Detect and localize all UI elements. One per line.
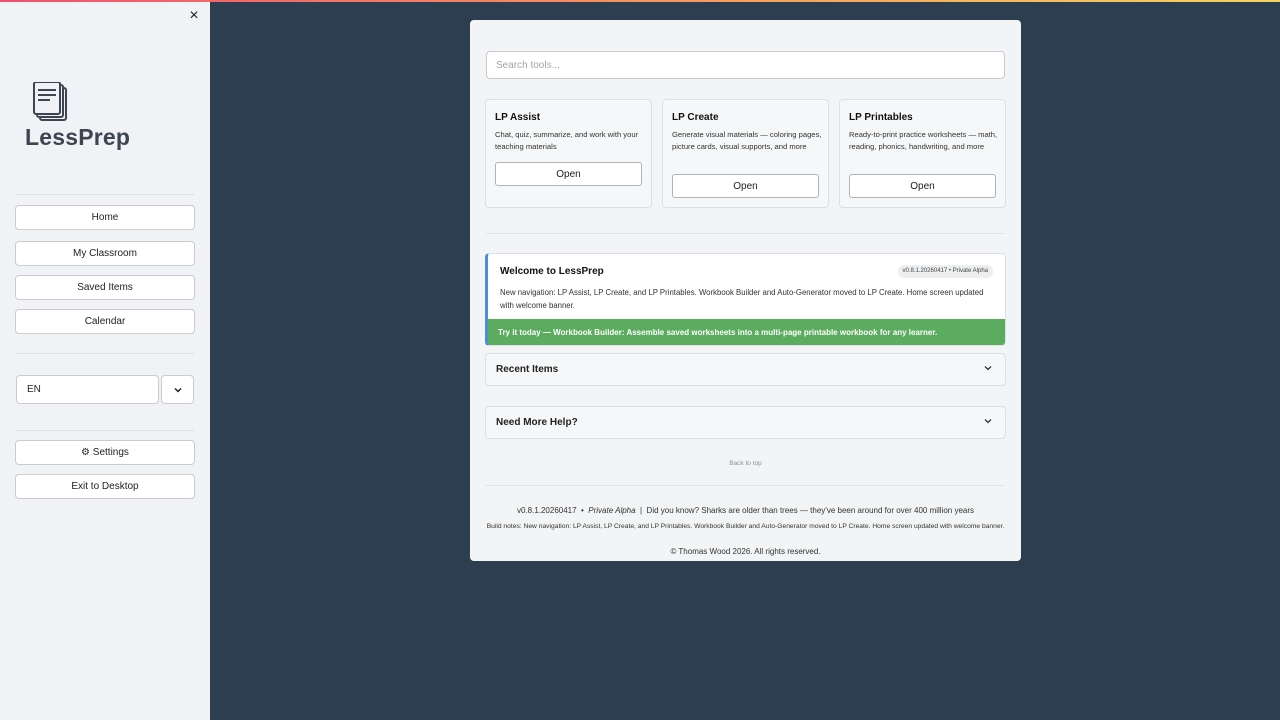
chevron-down-icon xyxy=(984,366,992,371)
logo-text: LessPrep xyxy=(25,124,131,150)
main-card: LP Assist Chat, quiz, summarize, and wor… xyxy=(470,20,1021,561)
accordion-label: Recent Items xyxy=(496,364,559,375)
version-badge: v0.8.1.20260417 • Private Alpha xyxy=(897,265,993,278)
welcome-banner: Welcome to LessPrep v0.8.1.20260417 • Pr… xyxy=(485,253,1006,346)
language-select[interactable]: EN xyxy=(16,375,159,404)
chevron-down-icon xyxy=(984,419,992,424)
recent-items-accordion[interactable]: Recent Items xyxy=(485,353,1006,386)
tool-title: LP Printables xyxy=(849,112,913,123)
my-classroom-button[interactable]: My Classroom xyxy=(15,241,195,266)
tool-card-lp-printables: LP Printables Ready-to-print practice wo… xyxy=(839,99,1006,208)
home-button[interactable]: Home xyxy=(15,205,195,230)
welcome-title: Welcome to LessPrep xyxy=(500,266,604,277)
footer-version-line: v0.8.1.20260417 • Private Alpha | Did yo… xyxy=(516,506,975,515)
tool-description: Ready-to-print practice worksheets — mat… xyxy=(849,130,998,151)
calendar-button[interactable]: Calendar xyxy=(15,309,195,334)
tool-card-lp-create: LP Create Generate visual materials — co… xyxy=(662,99,829,208)
open-lp-assist-button[interactable]: Open xyxy=(495,162,642,186)
open-lp-printables-button[interactable]: Open xyxy=(849,174,996,198)
footer-copyright: © Thomas Wood 2026. All rights reserved. xyxy=(670,547,821,556)
tool-description: Chat, quiz, summarize, and work with you… xyxy=(495,130,639,151)
tool-title: LP Assist xyxy=(495,112,541,123)
open-lp-create-button[interactable]: Open xyxy=(672,174,819,198)
footer-channel: Private Alpha xyxy=(588,506,636,515)
top-accent-strip xyxy=(0,0,1280,2)
accordion-label: Need More Help? xyxy=(496,417,578,428)
tool-card-lp-assist: LP Assist Chat, quiz, summarize, and wor… xyxy=(485,99,652,208)
try-it-today-banner[interactable]: Try it today — Workbook Builder: Assembl… xyxy=(488,319,1005,345)
saved-items-button[interactable]: Saved Items xyxy=(15,275,195,300)
tool-description: Generate visual materials — coloring pag… xyxy=(672,130,822,151)
chevron-down-icon xyxy=(173,387,182,393)
tool-title: LP Create xyxy=(672,112,719,123)
close-sidebar-button[interactable]: × xyxy=(186,8,202,24)
back-to-top-link[interactable]: Back to top xyxy=(470,460,1021,467)
sidebar-divider xyxy=(15,430,194,431)
search-input[interactable] xyxy=(486,51,1005,79)
sidebar-divider xyxy=(15,353,194,354)
sidebar-divider xyxy=(15,194,194,195)
footer-fact: Did you know? Sharks are older than tree… xyxy=(646,506,975,515)
settings-button[interactable]: ⚙ Settings xyxy=(15,440,195,465)
footer-version: v0.8.1.20260417 xyxy=(516,506,577,515)
welcome-body: New navigation: LP Assist, LP Create, an… xyxy=(500,288,984,310)
footer-divider xyxy=(486,485,1005,486)
exit-to-desktop-button[interactable]: Exit to Desktop xyxy=(15,474,195,499)
language-dropdown-button[interactable] xyxy=(161,375,194,404)
sidebar: × LessPrep Home My Classroom Saved Items… xyxy=(0,0,210,720)
section-divider xyxy=(486,233,1005,234)
need-more-help-accordion[interactable]: Need More Help? xyxy=(485,406,1006,439)
footer-build-notes: Build notes: New navigation: LP Assist, … xyxy=(486,523,1005,530)
